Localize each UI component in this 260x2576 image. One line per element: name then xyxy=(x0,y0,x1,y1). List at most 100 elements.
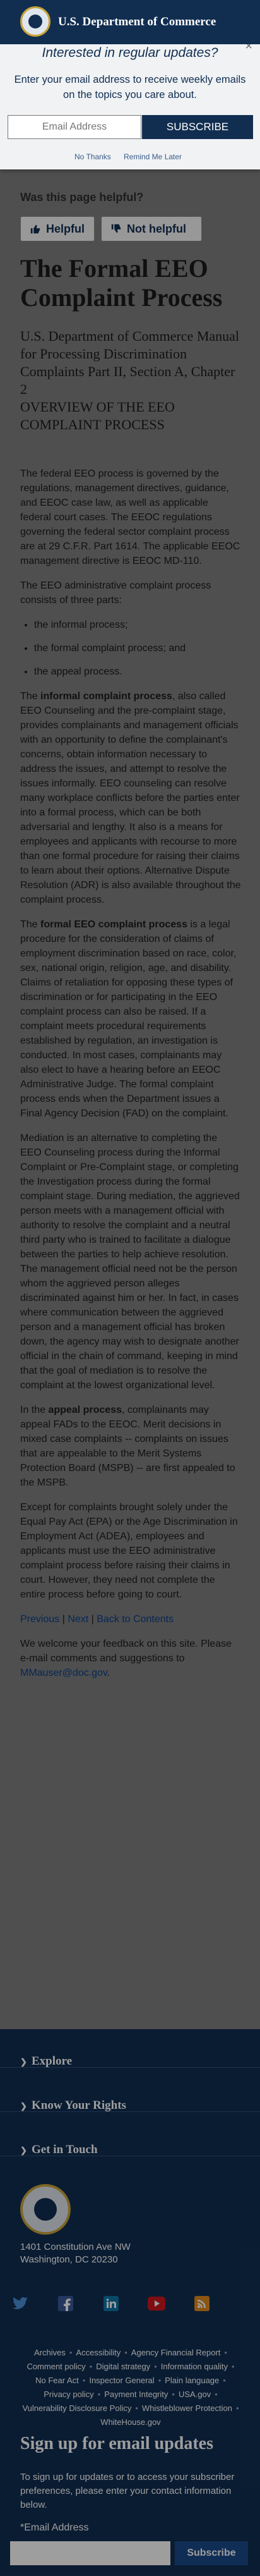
accordion-label: Explore xyxy=(32,2054,73,2068)
feedback-paragraph: We welcome your feedback on this site. P… xyxy=(20,1637,241,1680)
footer-link[interactable]: Inspector General xyxy=(89,2374,154,2387)
paragraph: The federal EEO process is governed by t… xyxy=(20,468,240,566)
paragraph: In the appeal process, complainants may … xyxy=(20,1403,241,1490)
feedback-email-link[interactable]: MMauser@doc.gov xyxy=(20,1668,107,1678)
link-separator: • xyxy=(215,2390,218,2399)
paragraph: The formal EEO complaint process is a le… xyxy=(20,917,241,1121)
modal-title: Interested in regular updates? xyxy=(42,46,218,60)
list-item: the formal complaint process; and xyxy=(34,641,241,656)
no-thanks-link[interactable]: No Thanks xyxy=(74,152,111,161)
footer-link[interactable]: Plain language xyxy=(165,2374,219,2387)
modal-description: Enter your email address to receive week… xyxy=(14,74,246,101)
signup-title: Sign up for email updates xyxy=(20,2434,213,2453)
newsletter-modal: × Interested in regular updates? Enter y… xyxy=(0,38,260,169)
link-separator: • xyxy=(223,2376,226,2385)
link-separator: • xyxy=(69,2348,73,2357)
subscribe-button[interactable]: SUBSCRIBE xyxy=(142,115,253,139)
link-separator: • xyxy=(224,2348,227,2357)
back-to-contents-link[interactable]: Back to Contents xyxy=(97,1614,174,1625)
footer-link[interactable]: USA.gov xyxy=(179,2388,211,2401)
footer-link[interactable]: Archives xyxy=(34,2347,66,2359)
accordion-know-your-rights[interactable]: ❯ Know Your Rights xyxy=(20,2099,126,2113)
footer-link[interactable]: Vulnerability Disclosure Policy xyxy=(22,2402,131,2415)
not-helpful-button[interactable]: Not helpful xyxy=(101,216,202,241)
facebook-icon[interactable] xyxy=(56,2293,76,2314)
separator: | xyxy=(59,1614,68,1625)
site-header-visible: U.S. Department of Commerce xyxy=(0,0,260,44)
footer-link[interactable]: Digital strategy xyxy=(96,2360,150,2373)
list-item: the appeal process. xyxy=(34,664,241,679)
helpful-button[interactable]: Helpful xyxy=(20,216,95,241)
signup-description: To sign up for updates or to access your… xyxy=(20,2472,235,2510)
text: The xyxy=(20,919,41,930)
overview-heading: OVERVIEW OF THE EEO COMPLAINT PROCESS xyxy=(20,399,175,432)
paragraph: The EEO administrative complaint process… xyxy=(20,580,211,606)
linkedin-icon[interactable] xyxy=(101,2293,121,2314)
text: In the xyxy=(20,1405,49,1415)
link-separator: • xyxy=(82,2376,86,2385)
manual-reference: U.S. Department of Commerce Manual for P… xyxy=(20,328,240,397)
chevron-right-icon: ❯ xyxy=(20,2101,27,2111)
accordion-label: Get in Touch xyxy=(32,2143,98,2156)
remind-later-link[interactable]: Remind Me Later xyxy=(124,152,182,161)
twitter-icon[interactable] xyxy=(10,2293,30,2314)
text: is a legal procedure for the considerati… xyxy=(20,919,237,1119)
next-link[interactable]: Next xyxy=(68,1614,88,1625)
chevron-right-icon: ❯ xyxy=(20,2057,27,2066)
link-separator: • xyxy=(124,2348,127,2357)
footer-link[interactable]: WhiteHouse.gov xyxy=(100,2416,160,2429)
link-separator: • xyxy=(154,2362,157,2371)
accordion-label: Know Your Rights xyxy=(32,2099,126,2112)
footer-link[interactable]: Payment Integrity xyxy=(104,2388,168,2401)
address: 1401 Constitution Ave NW Washington, DC … xyxy=(20,2241,131,2266)
signup-email-label: *Email Address xyxy=(20,2522,89,2533)
email-input[interactable] xyxy=(8,115,141,139)
link-separator: • xyxy=(89,2362,93,2371)
text: . xyxy=(107,1668,110,1678)
site-title[interactable]: U.S. Department of Commerce xyxy=(58,15,216,29)
footer-link[interactable]: Privacy policy xyxy=(44,2388,93,2401)
link-separator: • xyxy=(172,2390,175,2399)
link-separator: • xyxy=(135,2403,138,2413)
list-item: the informal process; xyxy=(34,618,241,632)
previous-link[interactable]: Previous xyxy=(20,1614,59,1625)
footer-link[interactable]: Information quality xyxy=(161,2360,228,2373)
separator: | xyxy=(88,1614,97,1625)
signup-email-input[interactable] xyxy=(10,2541,170,2565)
not-helpful-label: Not helpful xyxy=(127,222,186,235)
bold-term: formal EEO complaint process xyxy=(40,919,187,930)
article-body: The federal EEO process is governed by t… xyxy=(20,467,241,1690)
signup-subscribe-button[interactable]: Subscribe xyxy=(175,2541,248,2565)
footer-link[interactable]: No Fear Act xyxy=(35,2374,79,2387)
footer-link[interactable]: Accessibility xyxy=(76,2347,121,2359)
feedback-question: Was this page helpful? xyxy=(20,191,144,204)
doc-seal-icon xyxy=(20,2184,71,2235)
page-title: The Formal EEO Complaint Process xyxy=(20,254,223,312)
article-subtitle: U.S. Department of Commerce Manual for P… xyxy=(20,327,241,434)
process-list: the informal process; the formal complai… xyxy=(34,618,241,679)
address-line: Washington, DC 20230 xyxy=(20,2254,118,2265)
paragraph: Except for complaints brought solely und… xyxy=(20,1502,238,1600)
paragraph: The informal complaint process, also cal… xyxy=(20,689,241,907)
link-separator: • xyxy=(231,2362,235,2371)
thumbs-up-icon xyxy=(30,224,40,234)
address-line: 1401 Constitution Ave NW xyxy=(20,2242,131,2252)
youtube-icon[interactable] xyxy=(146,2293,167,2314)
link-separator: • xyxy=(158,2376,162,2385)
accordion-get-in-touch[interactable]: ❯ Get in Touch xyxy=(20,2143,98,2157)
link-separator: • xyxy=(235,2403,239,2413)
doc-logo-icon[interactable] xyxy=(20,6,50,37)
accordion-explore[interactable]: ❯ Explore xyxy=(20,2054,72,2068)
thumbs-down-icon xyxy=(111,224,121,233)
footer-link[interactable]: Comment policy xyxy=(27,2360,85,2373)
text: , also called EEO Counseling and the pre… xyxy=(20,691,241,905)
link-separator: • xyxy=(97,2390,101,2399)
footer-links: Archives • Accessibility • Agency Financial … xyxy=(20,2347,241,2429)
page-navigation: Previous | Next | Back to Contents xyxy=(20,1612,241,1627)
footer-link[interactable]: Whistleblower Protection xyxy=(142,2402,232,2415)
chevron-right-icon: ❯ xyxy=(20,2146,27,2155)
footer-link[interactable]: Agency Financial Report xyxy=(131,2347,221,2359)
helpful-label: Helpful xyxy=(46,222,85,235)
bold-term: informal complaint process xyxy=(40,691,172,702)
rss-icon[interactable] xyxy=(192,2293,212,2314)
